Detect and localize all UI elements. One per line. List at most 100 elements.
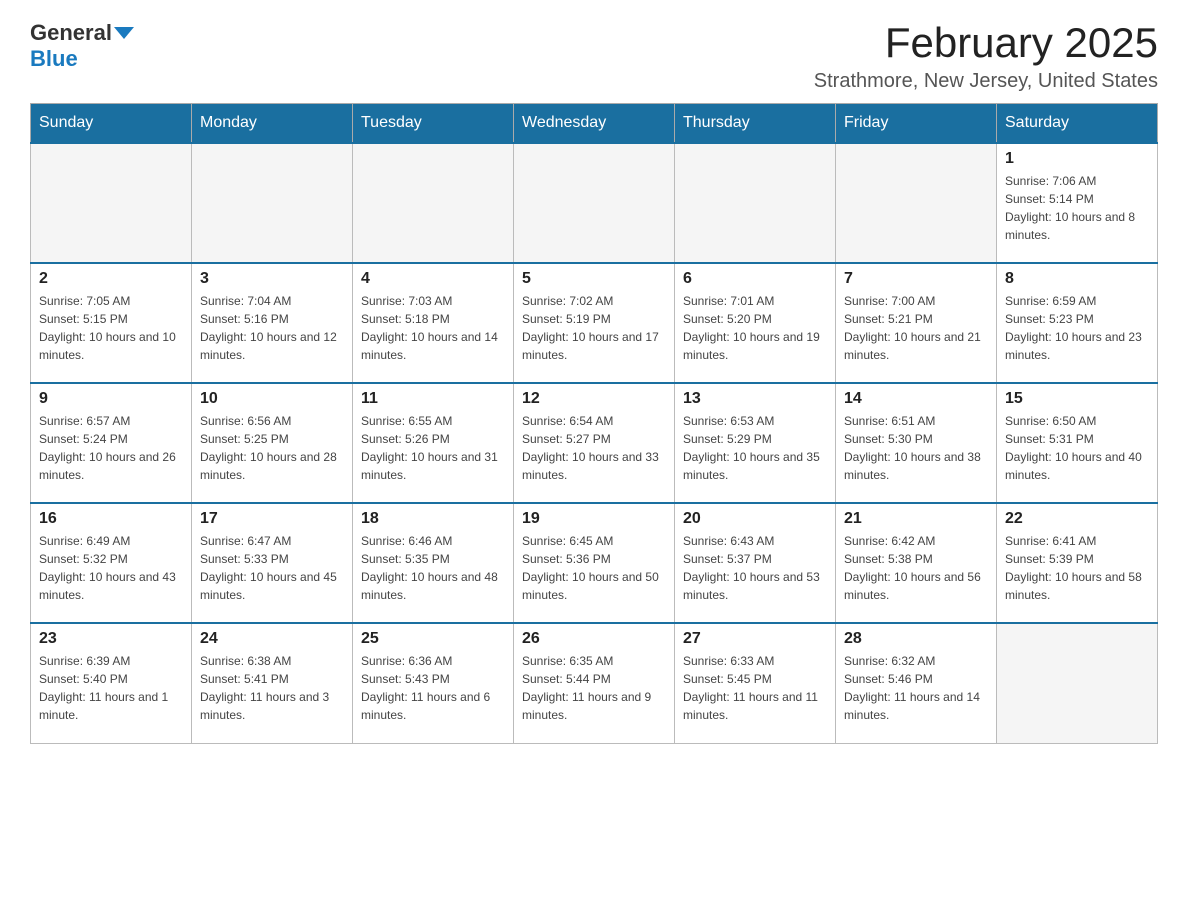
day-number: 14 (844, 390, 988, 408)
day-info: Sunrise: 6:51 AM Sunset: 5:30 PM Dayligh… (844, 412, 988, 484)
day-info: Sunrise: 6:59 AM Sunset: 5:23 PM Dayligh… (1005, 292, 1149, 364)
calendar-cell: 1 Sunrise: 7:06 AM Sunset: 5:14 PM Daylig… (997, 143, 1158, 263)
calendar-cell: 10Sunrise: 6:56 AM Sunset: 5:25 PM Dayli… (192, 383, 353, 503)
week-row-4: 16 Sunrise: 6:49 AM Sunset: 5:32 PM Dayli… (31, 503, 1158, 623)
day-info: Sunrise: 6:33 AM Sunset: 5:45 PM Dayligh… (683, 652, 827, 724)
header-day-thursday: Thursday (675, 104, 836, 144)
header-day-monday: Monday (192, 104, 353, 144)
day-number: 19 (522, 510, 666, 528)
day-number: 2 (39, 270, 183, 288)
day-info: Sunrise: 7:01 AM Sunset: 5:20 PM Dayligh… (683, 292, 827, 364)
calendar-cell: 21 Sunrise: 6:42 AM Sunset: 5:38 PM Dayli… (836, 503, 997, 623)
calendar-cell (353, 143, 514, 263)
calendar-cell: 23 Sunrise: 6:39 AM Sunset: 5:40 PM Dayli… (31, 623, 192, 743)
day-info: Sunrise: 6:45 AM Sunset: 5:36 PM Dayligh… (522, 532, 666, 604)
location-title: Strathmore, New Jersey, United States (814, 70, 1158, 93)
day-number: 11 (361, 390, 505, 408)
calendar-cell: 6 Sunrise: 7:01 AM Sunset: 5:20 PM Daylig… (675, 263, 836, 383)
day-info: Sunrise: 6:46 AM Sunset: 5:35 PM Dayligh… (361, 532, 505, 604)
calendar-cell (675, 143, 836, 263)
calendar-cell: 25Sunrise: 6:36 AM Sunset: 5:43 PM Dayli… (353, 623, 514, 743)
day-info: Sunrise: 6:49 AM Sunset: 5:32 PM Dayligh… (39, 532, 183, 604)
day-number: 16 (39, 510, 183, 528)
day-number: 22 (1005, 510, 1149, 528)
calendar-cell (31, 143, 192, 263)
logo-arrow-icon (114, 27, 134, 39)
calendar-cell: 5 Sunrise: 7:02 AM Sunset: 5:19 PM Daylig… (514, 263, 675, 383)
calendar-cell: 16 Sunrise: 6:49 AM Sunset: 5:32 PM Dayli… (31, 503, 192, 623)
day-number: 13 (683, 390, 827, 408)
header-day-saturday: Saturday (997, 104, 1158, 144)
day-info: Sunrise: 7:02 AM Sunset: 5:19 PM Dayligh… (522, 292, 666, 364)
week-row-3: 9 Sunrise: 6:57 AM Sunset: 5:24 PM Daylig… (31, 383, 1158, 503)
day-number: 26 (522, 630, 666, 648)
logo: General Blue (30, 20, 134, 72)
calendar-cell: 3 Sunrise: 7:04 AM Sunset: 5:16 PM Daylig… (192, 263, 353, 383)
day-number: 5 (522, 270, 666, 288)
day-info: Sunrise: 6:47 AM Sunset: 5:33 PM Dayligh… (200, 532, 344, 604)
day-info: Sunrise: 6:53 AM Sunset: 5:29 PM Dayligh… (683, 412, 827, 484)
calendar-cell: 9 Sunrise: 6:57 AM Sunset: 5:24 PM Daylig… (31, 383, 192, 503)
calendar-cell: 8 Sunrise: 6:59 AM Sunset: 5:23 PM Daylig… (997, 263, 1158, 383)
calendar-cell: 22 Sunrise: 6:41 AM Sunset: 5:39 PM Dayli… (997, 503, 1158, 623)
day-number: 24 (200, 630, 344, 648)
day-number: 10 (200, 390, 344, 408)
day-info: Sunrise: 7:06 AM Sunset: 5:14 PM Dayligh… (1005, 172, 1149, 244)
calendar-cell: 19 Sunrise: 6:45 AM Sunset: 5:36 PM Dayli… (514, 503, 675, 623)
day-number: 8 (1005, 270, 1149, 288)
day-number: 21 (844, 510, 988, 528)
header-day-tuesday: Tuesday (353, 104, 514, 144)
calendar-cell: 13 Sunrise: 6:53 AM Sunset: 5:29 PM Dayli… (675, 383, 836, 503)
calendar-header: SundayMondayTuesdayWednesdayThursdayFrid… (31, 104, 1158, 144)
day-info: Sunrise: 6:55 AM Sunset: 5:26 PM Dayligh… (361, 412, 505, 484)
calendar-cell: 28 Sunrise: 6:32 AM Sunset: 5:46 PM Dayli… (836, 623, 997, 743)
month-title: February 2025 (814, 20, 1158, 66)
day-info: Sunrise: 6:42 AM Sunset: 5:38 PM Dayligh… (844, 532, 988, 604)
day-info: Sunrise: 7:03 AM Sunset: 5:18 PM Dayligh… (361, 292, 505, 364)
day-info: Sunrise: 6:32 AM Sunset: 5:46 PM Dayligh… (844, 652, 988, 724)
day-number: 3 (200, 270, 344, 288)
day-info: Sunrise: 7:04 AM Sunset: 5:16 PM Dayligh… (200, 292, 344, 364)
calendar-body: 1 Sunrise: 7:06 AM Sunset: 5:14 PM Daylig… (31, 143, 1158, 743)
day-info: Sunrise: 6:38 AM Sunset: 5:41 PM Dayligh… (200, 652, 344, 724)
calendar-cell: 20 Sunrise: 6:43 AM Sunset: 5:37 PM Dayli… (675, 503, 836, 623)
calendar: SundayMondayTuesdayWednesdayThursdayFrid… (30, 103, 1158, 744)
day-info: Sunrise: 6:41 AM Sunset: 5:39 PM Dayligh… (1005, 532, 1149, 604)
week-row-5: 23 Sunrise: 6:39 AM Sunset: 5:40 PM Dayli… (31, 623, 1158, 743)
day-number: 20 (683, 510, 827, 528)
logo-blue-text: Blue (30, 46, 78, 72)
day-number: 27 (683, 630, 827, 648)
calendar-cell: 26 Sunrise: 6:35 AM Sunset: 5:44 PM Dayli… (514, 623, 675, 743)
day-number: 12 (522, 390, 666, 408)
title-section: February 2025 Strathmore, New Jersey, Un… (814, 20, 1158, 93)
day-number: 6 (683, 270, 827, 288)
day-info: Sunrise: 6:57 AM Sunset: 5:24 PM Dayligh… (39, 412, 183, 484)
calendar-cell: 27 Sunrise: 6:33 AM Sunset: 5:45 PM Dayli… (675, 623, 836, 743)
day-info: Sunrise: 6:43 AM Sunset: 5:37 PM Dayligh… (683, 532, 827, 604)
calendar-cell (997, 623, 1158, 743)
day-number: 23 (39, 630, 183, 648)
calendar-cell: 12Sunrise: 6:54 AM Sunset: 5:27 PM Dayli… (514, 383, 675, 503)
week-row-1: 1 Sunrise: 7:06 AM Sunset: 5:14 PM Daylig… (31, 143, 1158, 263)
header-day-sunday: Sunday (31, 104, 192, 144)
day-number: 9 (39, 390, 183, 408)
day-number: 17 (200, 510, 344, 528)
header-day-wednesday: Wednesday (514, 104, 675, 144)
calendar-cell: 4Sunrise: 7:03 AM Sunset: 5:18 PM Daylig… (353, 263, 514, 383)
day-info: Sunrise: 6:39 AM Sunset: 5:40 PM Dayligh… (39, 652, 183, 724)
calendar-cell: 24 Sunrise: 6:38 AM Sunset: 5:41 PM Dayli… (192, 623, 353, 743)
day-number: 28 (844, 630, 988, 648)
logo-general-text: General (30, 20, 112, 46)
day-info: Sunrise: 6:50 AM Sunset: 5:31 PM Dayligh… (1005, 412, 1149, 484)
calendar-cell (192, 143, 353, 263)
calendar-cell: 7Sunrise: 7:00 AM Sunset: 5:21 PM Daylig… (836, 263, 997, 383)
page-header: General Blue February 2025 Strathmore, N… (30, 20, 1158, 93)
day-number: 25 (361, 630, 505, 648)
day-info: Sunrise: 7:05 AM Sunset: 5:15 PM Dayligh… (39, 292, 183, 364)
header-row: SundayMondayTuesdayWednesdayThursdayFrid… (31, 104, 1158, 144)
day-info: Sunrise: 6:35 AM Sunset: 5:44 PM Dayligh… (522, 652, 666, 724)
day-number: 1 (1005, 150, 1149, 168)
calendar-cell: 17 Sunrise: 6:47 AM Sunset: 5:33 PM Dayli… (192, 503, 353, 623)
day-number: 15 (1005, 390, 1149, 408)
calendar-cell: 14 Sunrise: 6:51 AM Sunset: 5:30 PM Dayli… (836, 383, 997, 503)
